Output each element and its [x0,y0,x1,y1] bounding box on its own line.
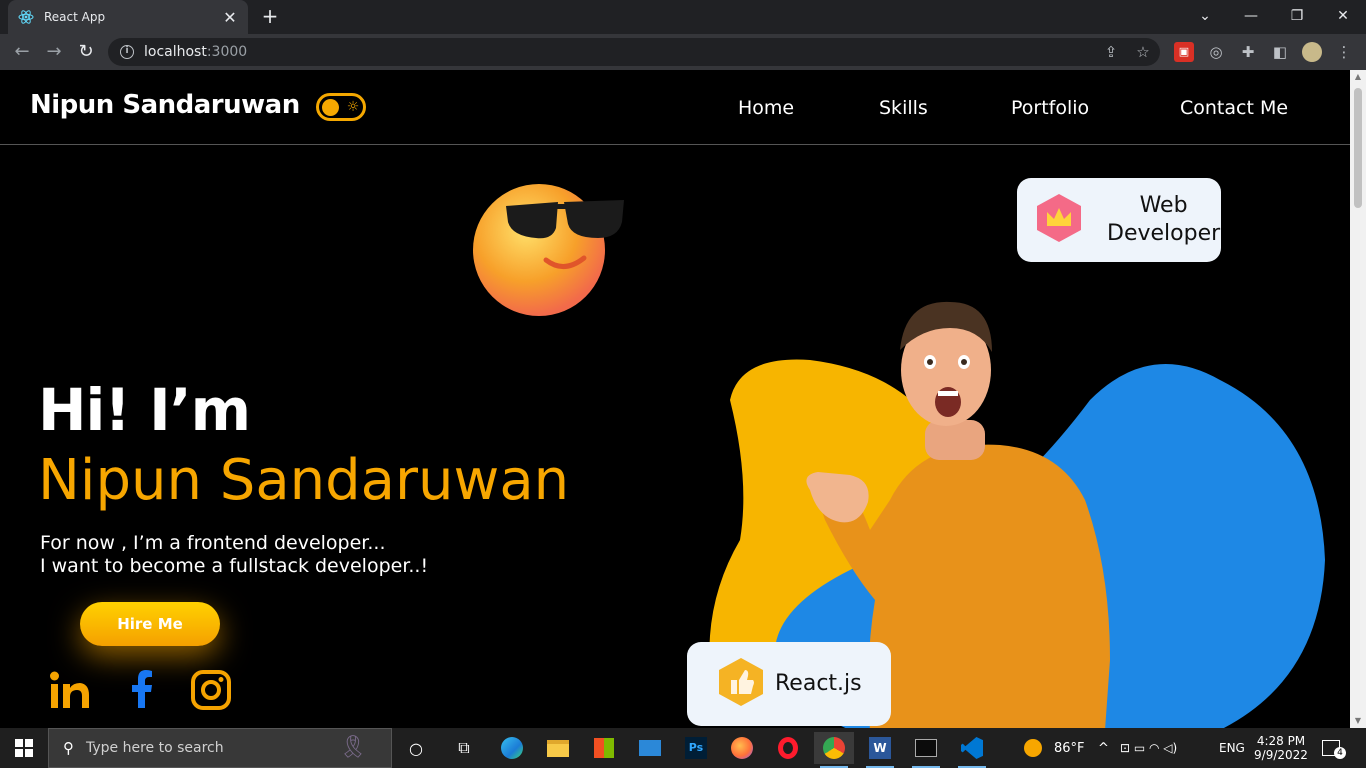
bookmark-star-icon[interactable]: ☆ [1134,43,1152,61]
network-tray-icons[interactable]: ⊡ ▭ ◠ ◁) [1120,728,1177,768]
hire-me-button[interactable]: Hire Me [80,602,220,646]
close-window-button[interactable]: ✕ [1320,0,1366,34]
clock[interactable]: 4:28 PM 9/9/2022 [1254,728,1308,768]
minimize-button[interactable]: — [1228,0,1274,34]
tab-title: React App [44,10,106,24]
weather-temp: 86°F [1054,740,1085,756]
url-host: localhost [144,44,207,60]
notification-center-icon[interactable]: 4 [1322,728,1346,768]
restore-button[interactable]: ❐ [1274,0,1320,34]
crown-icon [1035,192,1083,248]
theme-toggle[interactable]: ☼ [316,93,366,121]
site-header: Nipun Sandaruwan ☼ Home Skills Portfolio… [0,70,1350,145]
url-port: :3000 [206,44,248,60]
site-brand[interactable]: Nipun Sandaruwan [30,90,300,120]
web-developer-card: Web Developer [1017,178,1221,262]
ribbon-icon: 🎗 [339,735,367,760]
notification-count: 4 [1334,747,1346,759]
web-card-line1: Web [1139,193,1188,218]
nav-contact[interactable]: Contact Me [1180,97,1288,119]
facebook-icon[interactable] [120,668,164,712]
instagram-icon[interactable] [189,668,233,712]
store-icon[interactable] [584,732,624,764]
hero-description: For now , I’m a frontend developer... I … [40,532,428,578]
hero-greeting: Hi! I’m [38,376,251,444]
side-panel-icon[interactable]: ◧ [1270,42,1290,62]
photoshop-icon[interactable]: Ps [676,732,716,764]
cortana-icon[interactable]: ○ [396,732,436,764]
browser-tab-strip: React App ✕ + ⌄ — ❐ ✕ [0,0,1366,34]
word-icon[interactable]: W [860,732,900,768]
nav-home[interactable]: Home [738,97,794,119]
mail-icon[interactable] [630,732,670,764]
chevron-up-icon[interactable]: ^ [1098,728,1109,768]
site-info-icon[interactable]: i [120,45,134,59]
toggle-knob [322,99,339,116]
language-indicator[interactable]: ENG [1219,728,1245,768]
nav-skills[interactable]: Skills [879,97,928,119]
clock-date: 9/9/2022 [1254,748,1308,762]
task-view-icon[interactable]: ⧉ [444,732,484,764]
forward-icon[interactable]: → [42,40,66,64]
windows-start-icon[interactable] [0,728,48,768]
extension-red-icon[interactable]: ▣ [1174,42,1194,62]
browser-toolbar: ← → ↻ i localhost:3000 ⇪ ☆ [0,34,1366,70]
sunglasses-emoji-icon [468,178,628,318]
reload-icon[interactable]: ↻ [74,40,98,64]
terminal-icon[interactable] [906,732,946,768]
close-tab-icon[interactable]: ✕ [222,8,238,27]
scroll-down-icon[interactable]: ▼ [1350,714,1366,728]
sun-icon: ☼ [346,99,360,115]
search-icon: ⚲ [63,739,74,757]
react-card-label: React.js [775,671,862,696]
back-icon[interactable]: ← [10,40,34,64]
taskbar-search[interactable]: ⚲ Type here to search 🎗 [48,728,392,768]
sun-weather-icon [1024,739,1042,757]
thumbs-up-icon [717,656,765,712]
edge-icon[interactable] [492,732,532,764]
extension-target-icon[interactable]: ◎ [1206,42,1226,62]
extensions-puzzle-icon[interactable]: ✚ [1238,42,1258,62]
new-tab-button[interactable]: + [258,4,282,28]
file-explorer-icon[interactable] [538,732,578,764]
react-icon [18,9,34,25]
address-bar[interactable]: i localhost:3000 ⇪ ☆ [108,38,1160,66]
search-placeholder: Type here to search [86,740,224,756]
windows-taskbar: ⚲ Type here to search 🎗 ○ ⧉ Ps W 86°F ^ … [0,728,1366,768]
opera-icon[interactable] [768,732,808,764]
hero-line-2: I want to become a fullstack developer..… [40,555,429,577]
linkedin-icon[interactable] [47,668,91,712]
share-icon[interactable]: ⇪ [1102,43,1120,61]
clock-time: 4:28 PM [1256,734,1306,748]
web-card-line2: Developer [1107,221,1221,246]
scroll-thumb[interactable] [1354,88,1362,208]
firefox-icon[interactable] [722,732,762,764]
menu-kebab-icon[interactable]: ⋮ [1334,42,1354,62]
weather-widget[interactable]: 86°F [1024,728,1085,768]
vscode-icon[interactable] [952,732,992,768]
scroll-up-icon[interactable]: ▲ [1350,70,1366,84]
page-viewport: Nipun Sandaruwan ☼ Home Skills Portfolio… [0,70,1350,728]
page-scrollbar[interactable]: ▲ ▼ [1350,70,1366,728]
hero-line-1: For now , I’m a frontend developer... [40,532,386,554]
tab-search-icon[interactable]: ⌄ [1182,0,1228,34]
profile-avatar[interactable] [1302,42,1322,62]
react-card: React.js [687,642,891,726]
browser-tab[interactable]: React App ✕ [8,0,248,34]
hero-name: Nipun Sandaruwan [38,448,570,513]
chrome-icon[interactable] [814,732,854,768]
nav-portfolio[interactable]: Portfolio [1011,97,1089,119]
